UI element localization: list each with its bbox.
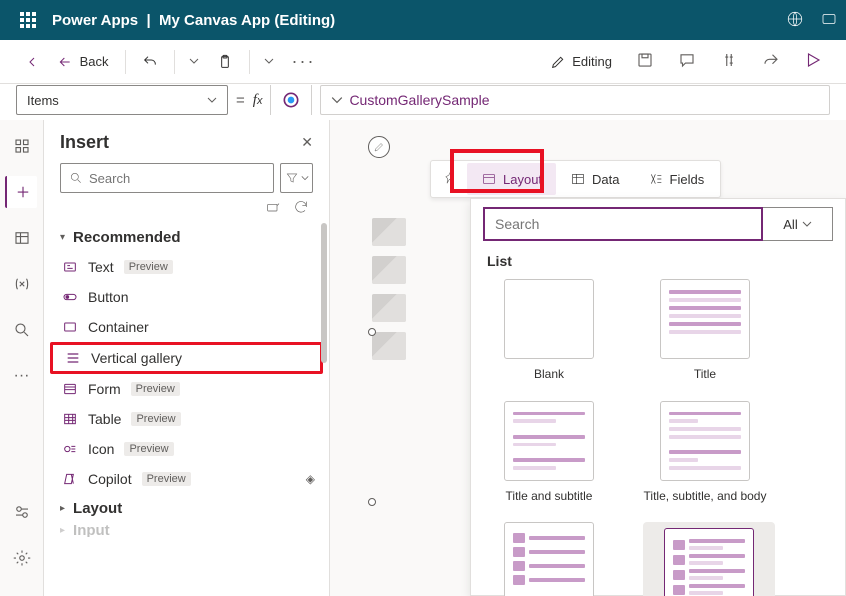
search-icon: [69, 171, 83, 185]
chevron-down-icon: [207, 95, 217, 105]
chevron-right-icon: ▸: [60, 503, 65, 514]
insert-search-box[interactable]: [60, 163, 274, 193]
editing-label: Editing: [572, 54, 612, 69]
insert-icon[interactable]: [5, 176, 37, 208]
app-title: Power Apps | My Canvas App (Editing): [52, 12, 335, 29]
refresh-icon[interactable]: [293, 199, 309, 215]
variables-icon[interactable]: [6, 268, 38, 300]
tree-view-icon[interactable]: [6, 130, 38, 162]
waffle-icon[interactable]: [8, 12, 48, 28]
tab-data[interactable]: Data: [556, 163, 633, 195]
insert-scroll[interactable]: ▾ Recommended Text Preview Button Contai…: [44, 223, 329, 596]
layout-filter[interactable]: All: [763, 207, 833, 241]
layout-title-subtitle[interactable]: Title and subtitle: [487, 401, 611, 505]
insert-table[interactable]: Table Preview: [44, 404, 329, 434]
insert-search-input[interactable]: [89, 171, 265, 186]
preview-badge: Preview: [124, 260, 173, 274]
insert-container[interactable]: Container: [44, 312, 329, 342]
share-icon[interactable]: [754, 45, 788, 78]
chevron-down-icon: [802, 219, 812, 229]
undo-button[interactable]: [134, 50, 166, 74]
layout-image-title[interactable]: Image and title: [487, 522, 611, 596]
panel-title: Insert: [60, 132, 109, 153]
comments-icon[interactable]: [670, 45, 704, 78]
close-icon[interactable]: ✕: [301, 134, 313, 151]
formula-value: CustomGallerySample: [349, 92, 489, 108]
gallery-row-thumb: [372, 218, 406, 246]
section-input[interactable]: ▸ Input: [44, 523, 329, 537]
canvas-area[interactable]: Layout Data Fields All List: [330, 120, 846, 596]
resize-handle[interactable]: [368, 328, 376, 336]
formula-input[interactable]: CustomGallerySample: [320, 85, 830, 115]
app-checker-icon[interactable]: [712, 45, 746, 78]
left-rail: ···: [0, 120, 44, 596]
gallery-row-thumb: [372, 294, 406, 322]
insert-button[interactable]: Button: [44, 282, 329, 312]
tab-fields[interactable]: Fields: [634, 163, 719, 195]
layout-title-subtitle-body[interactable]: Title, subtitle, and body: [643, 401, 767, 505]
scrollbar[interactable]: [321, 223, 327, 363]
back-label: Back: [80, 54, 109, 69]
layout-blank[interactable]: Blank: [487, 279, 611, 383]
copilot-header-icon[interactable]: [820, 10, 838, 31]
property-name: Items: [27, 93, 59, 108]
insert-icon[interactable]: Icon Preview: [44, 434, 329, 464]
preview-badge: Preview: [124, 442, 173, 456]
main-area: ··· Insert ✕ ▾: [0, 120, 846, 596]
insert-text[interactable]: Text Preview: [44, 252, 329, 282]
layout-title[interactable]: Title: [643, 279, 767, 383]
import-icon[interactable]: [265, 199, 281, 215]
chevron-down-icon: [331, 94, 343, 106]
search-icon[interactable]: [6, 314, 38, 346]
more-rail-icon[interactable]: ···: [6, 360, 38, 392]
preview-badge: Preview: [131, 382, 180, 396]
insert-form[interactable]: Form Preview: [44, 374, 329, 404]
chevron-down-icon: ▾: [60, 232, 65, 243]
insert-copilot[interactable]: Copilot Preview ◈: [44, 464, 329, 494]
pin-icon[interactable]: [433, 165, 467, 194]
formula-bar: Items = fx CustomGallerySample: [0, 84, 846, 120]
property-selector[interactable]: Items: [16, 85, 228, 115]
data-icon[interactable]: [6, 222, 38, 254]
app-header: Power Apps | My Canvas App (Editing): [0, 0, 846, 40]
paste-button[interactable]: [209, 50, 241, 74]
preview-badge: Preview: [142, 472, 191, 486]
insert-panel: Insert ✕ ▾ Recommended T: [44, 120, 330, 596]
section-layout[interactable]: ▸ Layout: [44, 494, 329, 523]
gallery-row-thumb: [372, 256, 406, 284]
settings-icon[interactable]: [6, 542, 38, 574]
layout-popup: All List Blank Title Title and subtitle: [470, 198, 846, 596]
fx-button[interactable]: fx: [253, 92, 263, 109]
undo-more-chevron[interactable]: [183, 50, 205, 73]
layout-search-input[interactable]: [483, 207, 763, 241]
command-bar: Back ··· Editing: [0, 40, 846, 84]
tools-icon[interactable]: [6, 496, 38, 528]
play-icon[interactable]: [796, 45, 830, 78]
gallery-row-thumb: [372, 332, 406, 360]
paste-more-chevron[interactable]: [258, 50, 280, 73]
more-button[interactable]: ···: [284, 47, 324, 76]
resize-handle[interactable]: [368, 498, 376, 506]
edit-pencil-icon[interactable]: [368, 136, 390, 158]
premium-icon: ◈: [306, 472, 315, 486]
tab-layout[interactable]: Layout: [467, 163, 556, 195]
layout-image-title-subtitle[interactable]: Image, title, and subtitle: [643, 522, 775, 596]
save-icon[interactable]: [628, 45, 662, 78]
insert-vertical-gallery[interactable]: Vertical gallery: [50, 342, 323, 374]
environment-icon[interactable]: [786, 10, 804, 31]
formula-copilot-icon[interactable]: [279, 88, 303, 112]
list-section-label: List: [483, 253, 833, 279]
back-button[interactable]: Back: [16, 50, 117, 74]
editing-mode[interactable]: Editing: [542, 50, 620, 74]
context-tabs: Layout Data Fields: [430, 160, 721, 198]
equals-sign: =: [236, 92, 245, 109]
section-recommended[interactable]: ▾ Recommended: [44, 223, 329, 252]
filter-button[interactable]: [280, 163, 313, 193]
preview-badge: Preview: [131, 412, 180, 426]
